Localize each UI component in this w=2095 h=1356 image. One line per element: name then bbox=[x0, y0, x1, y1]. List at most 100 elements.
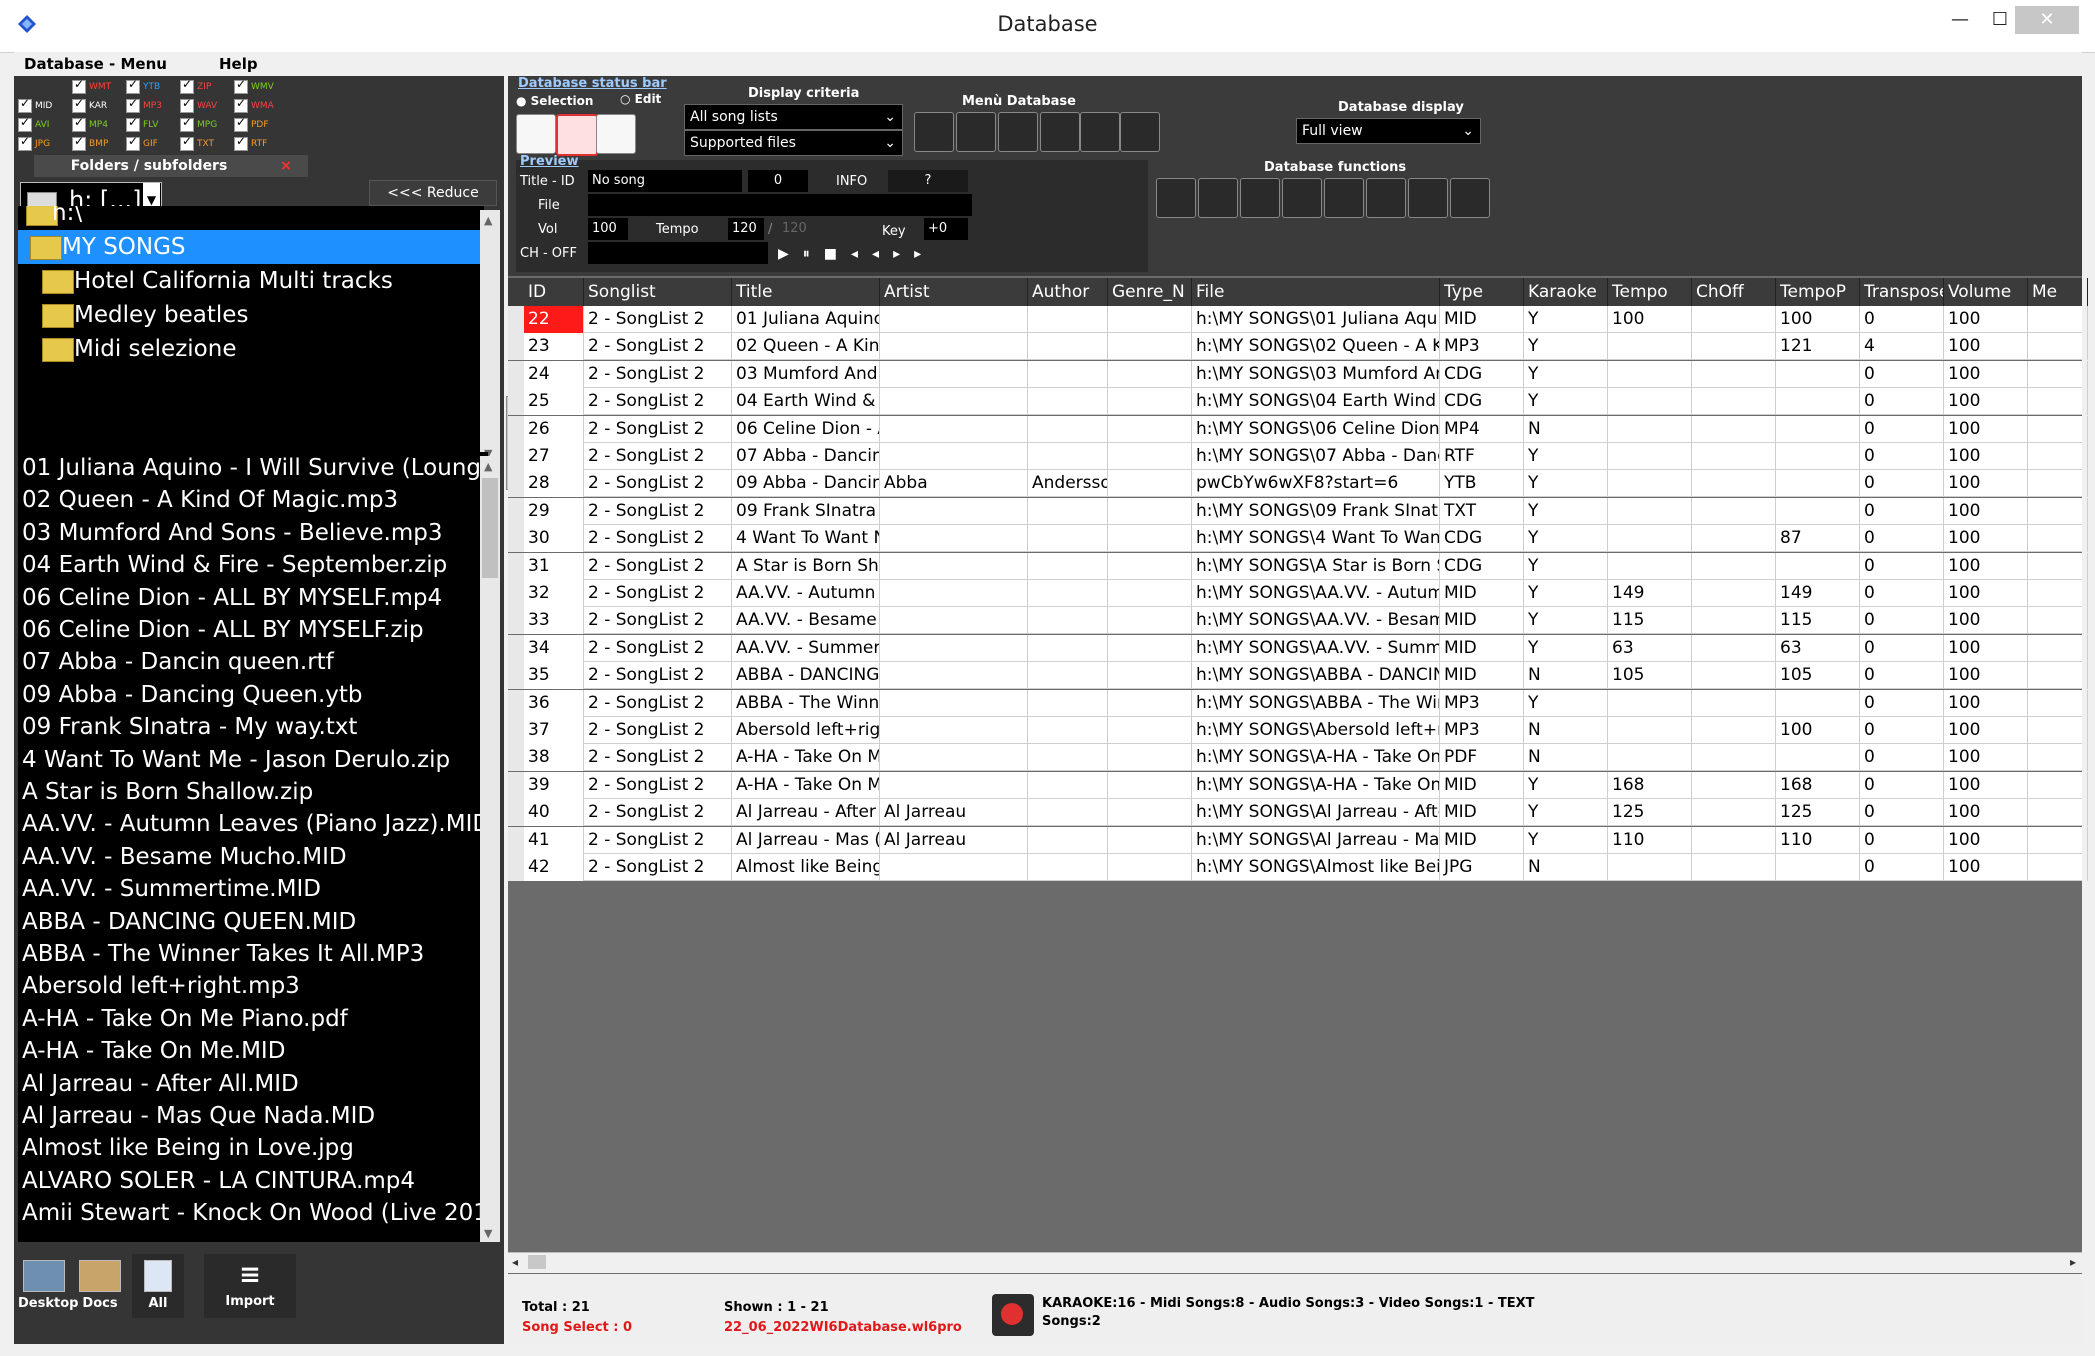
filetype-checkbox[interactable] bbox=[126, 96, 140, 113]
table-cell[interactable]: Andersso bbox=[1028, 470, 1108, 498]
table-cell[interactable]: 06 Celine Dion - A bbox=[732, 415, 880, 443]
table-cell[interactable] bbox=[2028, 580, 2088, 607]
table-row[interactable]: 31 2 - SongList 2A Star is Born Sha h:\MY … bbox=[508, 552, 2088, 580]
table-cell[interactable]: 31 bbox=[524, 552, 584, 580]
table-row[interactable]: 37 2 - SongList 2 Abersold left+righ h:\MY … bbox=[508, 717, 2088, 744]
table-cell[interactable] bbox=[1608, 525, 1692, 553]
row-selector[interactable] bbox=[508, 717, 525, 744]
column-header[interactable]: Artist bbox=[880, 278, 1028, 306]
table-cell[interactable] bbox=[1028, 580, 1108, 607]
table-cell[interactable]: 0 bbox=[1860, 744, 1944, 772]
table-row[interactable]: 35 2 - SongList 2 ABBA - DANCING h:\MY SONG… bbox=[508, 662, 2088, 690]
table-cell[interactable]: 41 bbox=[524, 826, 584, 854]
table-cell[interactable]: MID bbox=[1440, 771, 1524, 799]
table-cell[interactable]: MP3 bbox=[1440, 333, 1524, 361]
file-list-item[interactable]: A-HA - Take On Me Piano.pdf bbox=[22, 1003, 348, 1035]
songlist-select[interactable]: All song lists ⌄ bbox=[684, 104, 903, 130]
table-cell[interactable]: AA.VV. - Besame I bbox=[732, 607, 880, 635]
table-cell[interactable]: ABBA - DANCING bbox=[732, 662, 880, 690]
filetype-checkbox[interactable] bbox=[234, 77, 248, 94]
table-cell[interactable] bbox=[880, 662, 1028, 690]
close-button[interactable]: ✕ bbox=[2015, 6, 2079, 34]
table-row[interactable]: 27 2 - SongList 2 07 Abba - Dancin h:\MY SO… bbox=[508, 443, 2088, 470]
table-cell[interactable]: Y bbox=[1524, 360, 1608, 388]
filetype-checkbox[interactable] bbox=[234, 134, 248, 151]
red-document-icon[interactable] bbox=[556, 114, 598, 156]
table-cell[interactable] bbox=[1108, 689, 1192, 717]
table-cell[interactable] bbox=[1608, 854, 1692, 881]
table-cell[interactable]: Y bbox=[1524, 497, 1608, 525]
file-list-item[interactable]: Abersold left+right.mp3 bbox=[22, 970, 300, 1002]
import-button[interactable]: ≡ Import bbox=[204, 1254, 296, 1318]
table-cell[interactable]: Y bbox=[1524, 580, 1608, 607]
table-cell[interactable] bbox=[880, 854, 1028, 881]
row-selector[interactable] bbox=[508, 415, 525, 443]
filetype-checkbox[interactable] bbox=[126, 77, 140, 94]
vol-value[interactable]: 100 bbox=[588, 218, 628, 240]
filetype-checkbox[interactable] bbox=[234, 115, 248, 132]
filetype-checkbox[interactable] bbox=[180, 115, 194, 132]
table-cell[interactable] bbox=[880, 717, 1028, 744]
row-selector[interactable] bbox=[508, 306, 525, 333]
table-cell[interactable]: 35 bbox=[524, 662, 584, 690]
table-cell[interactable] bbox=[880, 333, 1028, 361]
table-cell[interactable]: MP3 bbox=[1440, 689, 1524, 717]
folder-icon[interactable] bbox=[956, 112, 996, 152]
table-cell[interactable] bbox=[880, 744, 1028, 772]
table-cell[interactable]: 2 - SongList 2 bbox=[584, 744, 732, 772]
table-cell[interactable] bbox=[2028, 607, 2088, 635]
row-selector[interactable] bbox=[508, 662, 525, 690]
table-cell[interactable]: h:\MY SONGS\04 Earth Wind & bbox=[1192, 388, 1440, 416]
table-cell[interactable] bbox=[2028, 826, 2088, 854]
table-cell[interactable]: Almost like Being bbox=[732, 854, 880, 881]
table-cell[interactable] bbox=[2028, 443, 2088, 470]
table-cell[interactable] bbox=[1028, 443, 1108, 470]
table-cell[interactable]: MP3 bbox=[1440, 717, 1524, 744]
rewind-icon[interactable]: ◂◂ bbox=[851, 246, 893, 262]
table-cell[interactable]: CDG bbox=[1440, 552, 1524, 580]
filetype-checkbox[interactable] bbox=[18, 115, 32, 132]
filetype-checkbox[interactable] bbox=[126, 115, 140, 132]
table-cell[interactable] bbox=[2028, 360, 2088, 388]
table-cell[interactable]: 110 bbox=[1608, 826, 1692, 854]
pause-icon[interactable]: ⏸ bbox=[803, 246, 824, 262]
table-cell[interactable]: TXT bbox=[1440, 497, 1524, 525]
table-cell[interactable]: 28 bbox=[524, 470, 584, 498]
file-list-item[interactable]: Al Jarreau - After All.MID bbox=[22, 1068, 299, 1100]
table-cell[interactable]: 0 bbox=[1860, 388, 1944, 416]
play-icon[interactable]: ▶ bbox=[778, 246, 803, 262]
table-cell[interactable] bbox=[2028, 525, 2088, 553]
filetype-checkbox[interactable] bbox=[18, 134, 32, 151]
table-cell[interactable] bbox=[1776, 470, 1860, 498]
table-cell[interactable]: MP4 bbox=[1440, 415, 1524, 443]
table-cell[interactable]: 0 bbox=[1860, 552, 1944, 580]
table-cell[interactable]: 2 - SongList 2 bbox=[584, 525, 732, 553]
table-cell[interactable] bbox=[1028, 497, 1108, 525]
table-cell[interactable]: 2 - SongList 2 bbox=[584, 443, 732, 470]
table-cell[interactable]: h:\MY SONGS\4 Want To Want bbox=[1192, 525, 1440, 553]
column-header[interactable]: Tempo bbox=[1608, 278, 1692, 306]
table-cell[interactable] bbox=[1108, 744, 1192, 772]
table-cell[interactable] bbox=[1028, 333, 1108, 361]
user-icon[interactable] bbox=[998, 112, 1038, 152]
table-cell[interactable]: 0 bbox=[1860, 525, 1944, 553]
table-cell[interactable]: 100 bbox=[1944, 333, 2028, 361]
settings-icon[interactable] bbox=[1450, 178, 1490, 218]
row-selector[interactable] bbox=[508, 552, 525, 580]
table-cell[interactable]: Y bbox=[1524, 634, 1608, 662]
file-list-item[interactable]: A Star is Born Shallow.zip bbox=[22, 776, 313, 808]
table-cell[interactable]: 2 - SongList 2 bbox=[584, 333, 732, 361]
table-cell[interactable]: 2 - SongList 2 bbox=[584, 799, 732, 827]
table-cell[interactable]: Al Jarreau - Mas ( bbox=[732, 826, 880, 854]
file-list-item[interactable]: 02 Queen - A Kind Of Magic.mp3 bbox=[22, 484, 398, 516]
table-cell[interactable] bbox=[1108, 415, 1192, 443]
table-cell[interactable]: Y bbox=[1524, 799, 1608, 827]
filetype-checkbox[interactable] bbox=[234, 96, 248, 113]
table-cell[interactable]: pwCbYw6wXF8?start=6 bbox=[1192, 470, 1440, 498]
table-cell[interactable] bbox=[1692, 744, 1776, 772]
filter-icon[interactable] bbox=[1198, 178, 1238, 218]
table-cell[interactable]: 38 bbox=[524, 744, 584, 772]
table-cell[interactable]: h:\MY SONGS\A-HA - Take On bbox=[1192, 744, 1440, 772]
table-cell[interactable] bbox=[1028, 744, 1108, 772]
table-cell[interactable] bbox=[1108, 388, 1192, 416]
